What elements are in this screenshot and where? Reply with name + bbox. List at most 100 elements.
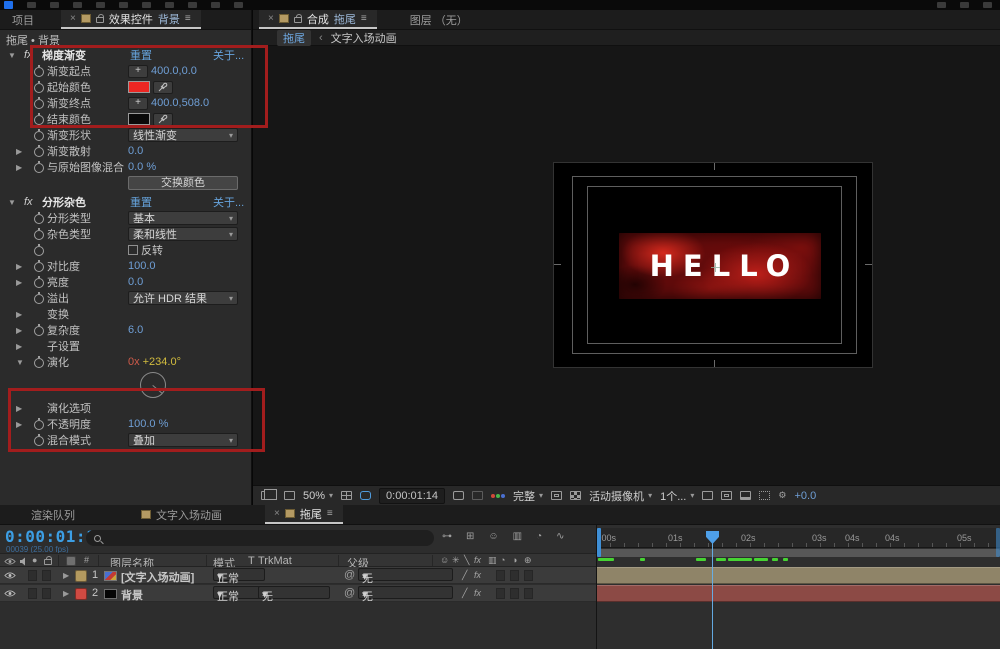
panel-menu-icon[interactable]: ≡ — [327, 508, 334, 519]
toolbar-icon[interactable] — [142, 2, 151, 8]
viewer-timecode[interactable]: 0:00:01:14 — [379, 487, 446, 504]
fx-badge-icon[interactable]: fx — [24, 49, 40, 61]
transparency-grid-icon[interactable] — [570, 491, 582, 500]
angle-degrees[interactable]: +234.0° — [143, 356, 181, 368]
tab-composition[interactable]: × 合成 拖尾 ≡ — [259, 10, 377, 29]
time-ruler[interactable]: :00s 01s 02s 03s 04s 04s 05s — [597, 528, 1000, 548]
tab-comp-trail[interactable]: × 拖尾 ≡ — [265, 505, 343, 524]
layer-twirl-icon[interactable]: ▶ — [63, 571, 69, 580]
twirl-icon[interactable]: ▶ — [16, 163, 32, 172]
motion-blur-icon[interactable]: ◔ — [536, 531, 542, 542]
fx-toggle-icon[interactable]: fx — [474, 588, 481, 598]
layer-duration-bar[interactable] — [597, 585, 1000, 602]
toolbar-icon[interactable] — [960, 2, 969, 8]
show-channels-icon[interactable] — [491, 493, 506, 498]
twirl-icon[interactable]: ▼ — [16, 358, 32, 367]
grid-guides-icon[interactable] — [341, 491, 353, 500]
stopwatch-icon[interactable] — [32, 113, 47, 125]
stopwatch-icon[interactable] — [32, 418, 47, 430]
dropdown-select[interactable]: 允许 HDR 结果 ▾ — [128, 291, 238, 305]
toolbar-icon[interactable] — [73, 2, 82, 8]
timeline-button-icon[interactable] — [740, 491, 752, 500]
draft-3d-icon[interactable]: ⊞ — [466, 531, 474, 542]
fx-badge-icon[interactable]: fx — [24, 196, 40, 208]
reset-link[interactable]: 重置 — [130, 194, 152, 210]
t-column-header[interactable]: T — [248, 555, 255, 567]
tab-effect-controls[interactable]: × 效果控件 背景 ≡ — [61, 10, 201, 29]
stopwatch-icon[interactable] — [32, 161, 47, 173]
twirl-icon[interactable]: ▶ — [16, 147, 32, 156]
trkmat-select[interactable]: 无 ▾ — [258, 586, 330, 603]
layer-name[interactable]: 背景 — [121, 587, 143, 603]
region-of-interest-icon[interactable] — [551, 491, 563, 500]
snapshot-camera-icon[interactable] — [453, 491, 465, 500]
view-select[interactable]: 活动摄像机 ▾ — [589, 488, 652, 504]
about-link[interactable]: 关于... — [213, 47, 244, 63]
mini-flowchart-icon[interactable]: ⊶ — [442, 531, 452, 542]
toolbar-icon[interactable] — [165, 2, 174, 8]
frame-blending-icon[interactable]: ▥ — [513, 531, 522, 542]
dropdown-select[interactable]: 柔和线性 ▾ — [128, 227, 238, 241]
toolbar-icon[interactable] — [27, 2, 36, 8]
twirl-icon[interactable]: ▶ — [16, 262, 32, 271]
property-value[interactable]: 400.0,508.0 — [151, 97, 209, 109]
pixel-aspect-correction-icon[interactable] — [702, 491, 714, 500]
toolbar-icon[interactable] — [188, 2, 197, 8]
color-swatch[interactable] — [128, 81, 150, 93]
twirl-icon[interactable]: ▶ — [16, 342, 32, 351]
stopwatch-icon[interactable] — [32, 145, 47, 157]
magnification-monitor-icon[interactable] — [284, 491, 295, 500]
playhead-line[interactable] — [712, 531, 713, 649]
parent-pickwhip-icon[interactable]: @ — [344, 569, 355, 581]
stopwatch-icon[interactable] — [32, 212, 47, 224]
blend-mode-select[interactable]: 正常 ▾ — [213, 568, 265, 585]
layer-name[interactable]: [文字入场动画] — [121, 569, 194, 585]
fx-toggle-icon[interactable]: fx — [474, 570, 481, 580]
layer-row[interactable]: ▶ 2 背景 正常 ▾ 无 ▾ @ 无 ▾ ╱ fx — [0, 585, 596, 603]
toolbar-icon[interactable] — [119, 2, 128, 8]
quality-toggle-icon[interactable]: ╱ — [462, 570, 467, 581]
tab-layer[interactable]: 图层 （无） — [401, 10, 477, 29]
reset-exposure-icon[interactable]: ⚙ — [778, 490, 786, 501]
swap-colors-button[interactable]: 交换颜色 — [128, 176, 238, 190]
stopwatch-icon[interactable] — [32, 81, 47, 93]
twirl-open-icon[interactable]: ▼ — [8, 198, 24, 207]
layer-row[interactable]: ▶ 1 [文字入场动画] 正常 ▾ @ 无 ▾ ╱ fx — [0, 567, 596, 585]
property-value[interactable]: 100.0 — [128, 260, 156, 272]
dropdown-select[interactable]: 基本 ▾ — [128, 211, 238, 225]
eyedropper-icon[interactable] — [153, 80, 173, 94]
comp-flowchart-icon[interactable] — [759, 491, 771, 500]
toolbar-icon[interactable] — [211, 2, 220, 8]
property-value[interactable]: 0.0 — [128, 145, 143, 157]
property-value[interactable]: 6.0 — [128, 324, 143, 336]
stopwatch-icon[interactable] — [32, 65, 47, 77]
zoom-select[interactable]: 50% ▾ — [303, 490, 333, 502]
breadcrumb-current-comp[interactable]: 拖尾 — [277, 29, 311, 46]
stopwatch-icon[interactable] — [32, 260, 47, 272]
stopwatch-icon[interactable] — [32, 228, 47, 240]
parent-select[interactable]: 无 ▾ — [358, 568, 453, 585]
toggle-mask-visibility-icon[interactable] — [360, 491, 372, 500]
toolbar-icon[interactable] — [983, 2, 992, 8]
angle-dial[interactable] — [140, 372, 166, 398]
property-value[interactable]: 0.0 % — [128, 161, 156, 173]
tab-comp-text-anim[interactable]: 文字入场动画 — [132, 505, 231, 524]
stopwatch-icon[interactable] — [32, 97, 47, 109]
view-layout-select[interactable]: 1个... ▾ — [660, 488, 694, 504]
about-link[interactable]: 关于... — [213, 194, 244, 210]
parent-select[interactable]: 无 ▾ — [358, 586, 453, 603]
effect-header[interactable]: ▼ fx 梯度渐变 重置 关于... — [0, 47, 251, 63]
toolbar-icon[interactable] — [234, 2, 243, 8]
dropdown-select[interactable]: 叠加 ▾ — [128, 433, 238, 447]
stopwatch-icon[interactable] — [32, 324, 47, 336]
close-icon[interactable]: × — [274, 508, 280, 519]
quality-toggle-icon[interactable]: ╱ — [462, 588, 467, 599]
always-preview-icon[interactable] — [261, 489, 277, 500]
work-area-bar[interactable] — [597, 549, 1000, 557]
layer-visibility-icon[interactable] — [4, 571, 16, 583]
property-value[interactable]: 0.0 — [128, 276, 143, 288]
resolution-select[interactable]: 完整 ▾ — [513, 488, 543, 504]
layer-visibility-icon[interactable] — [4, 589, 16, 601]
stopwatch-icon[interactable] — [32, 244, 47, 256]
exposure-value[interactable]: +0.0 — [794, 490, 816, 502]
